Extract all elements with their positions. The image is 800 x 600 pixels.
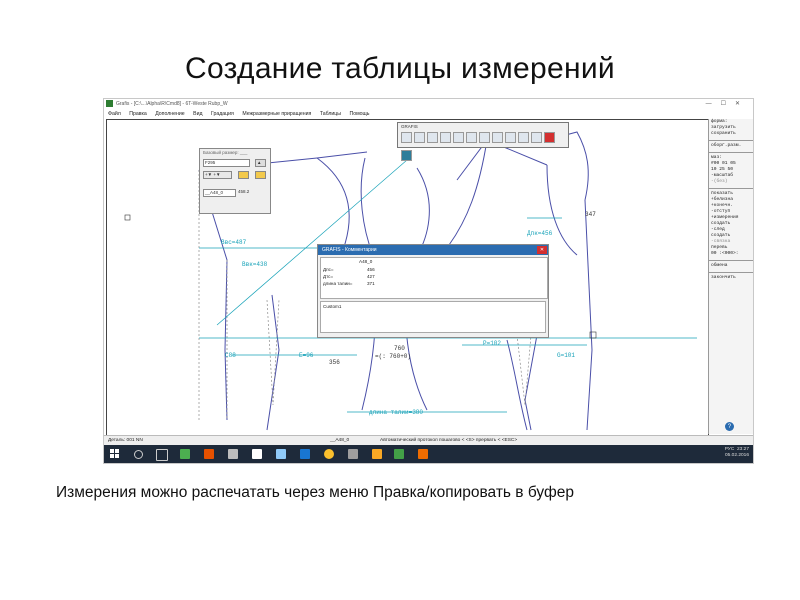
label-347: 347 (585, 211, 596, 218)
grafis-taskbar-icon[interactable] (394, 449, 404, 459)
grafis-toolbar: GRAFIS (397, 122, 569, 161)
powerpoint-icon[interactable] (418, 449, 428, 459)
menu-view[interactable]: Вид (193, 111, 202, 117)
label-c88: C88 (225, 352, 236, 359)
row-value: 456 (367, 267, 375, 272)
measurements-table: A48_0 Дпс= 456 Дтс= 427 длина талии= 371 (320, 257, 548, 299)
app-titlebar: Grafis - [C:\...\Alpha\R\Cmd8] - 6T-West… (104, 99, 753, 109)
task-view-icon[interactable] (156, 449, 168, 461)
up-arrow-icon[interactable]: ▲ (255, 159, 266, 167)
table-row: Дтс= 427 (323, 274, 375, 280)
slide-title: Создание таблицы измерений (185, 52, 615, 85)
blank-icon[interactable] (453, 132, 464, 143)
app-white-icon[interactable] (252, 449, 262, 459)
keyboard-language[interactable]: РУС (725, 447, 735, 452)
menu-tables[interactable]: Таблицы (320, 111, 341, 117)
comment-textarea[interactable]: Custom1 (320, 301, 546, 333)
clock-time: 23:27 (736, 447, 749, 452)
label-e96: Е=96 (299, 352, 314, 359)
rotate-icon[interactable] (479, 132, 490, 143)
menubar: Файл Правка Дополнение Вид Градация Межр… (104, 109, 753, 119)
row-label: Дпс= (323, 267, 334, 272)
ruler-icon[interactable] (466, 132, 477, 143)
part-value: 458.2 (238, 189, 250, 194)
tools-icon[interactable] (372, 449, 382, 459)
search-icon[interactable] (134, 450, 143, 459)
toolbar-title: GRAFIS (401, 124, 418, 129)
calculator-icon[interactable] (228, 449, 238, 459)
label-356: 356 (329, 359, 340, 366)
label-waist-length: длина талии=380 (369, 409, 423, 416)
table-row: Дпс= 456 (323, 267, 375, 273)
grafis-app-icon (106, 100, 113, 107)
lock-icon[interactable] (238, 171, 249, 179)
menu-help[interactable]: Помощь (349, 111, 369, 117)
row-label: Дтс= (323, 274, 334, 279)
label-p102: P=102 (483, 340, 501, 347)
taskbar: РУС 23:27 05.02.2016 (104, 445, 753, 463)
clock-date: 05.02.2016 (724, 453, 749, 458)
column-header: A48_0 (359, 259, 373, 264)
menu-grading[interactable]: Градация (211, 111, 234, 117)
app-green-icon[interactable] (180, 449, 190, 459)
list-icon[interactable] (401, 132, 412, 143)
stop-icon[interactable] (544, 132, 555, 143)
windows-start-icon[interactable] (110, 449, 120, 459)
size-panel-title: Базовый размер: ___ (203, 150, 248, 155)
print-icon[interactable] (440, 132, 451, 143)
label-bvk: Ввк=438 (242, 261, 268, 268)
pen-icon[interactable] (531, 132, 542, 143)
status-part-number: Деталь: 001 NN (108, 438, 143, 443)
label-bvs: Ввс=487 (221, 239, 247, 246)
label-760: 760 (394, 345, 405, 352)
chrome-icon[interactable] (324, 449, 334, 459)
help-icon[interactable]: ? (725, 422, 734, 431)
command-panel: форма: загрузить сохранить оборг.разм. м… (708, 119, 753, 434)
app-title: Grafis - [C:\...\Alpha\R\Cmd8] - 6T-West… (116, 101, 228, 107)
label-g101: G=101 (557, 352, 575, 359)
window-controls[interactable]: —☐✕ (706, 99, 749, 109)
help-icon[interactable] (505, 132, 516, 143)
pin-icon[interactable] (518, 132, 529, 143)
comment-dialog-title: GRAFIS - Комментарии (318, 245, 548, 255)
menu-increments[interactable]: Межразмерные приращения (242, 111, 311, 117)
menu-file[interactable]: Файл (108, 111, 121, 117)
system-tray: РУС 23:27 05.02.2016 (725, 447, 749, 459)
images-icon[interactable] (276, 449, 286, 459)
add-size-button[interactable]: +▼ +▼ (203, 171, 232, 179)
label-dpk: Дпк=456 (527, 230, 553, 237)
app-orange-icon[interactable] (204, 449, 214, 459)
save-icon[interactable] (414, 132, 425, 143)
menu-addons[interactable]: Дополнение (155, 111, 184, 117)
drawing-canvas[interactable]: Ввс=487 Ввк=438 Дпк=456 C88 Е=96 P=102 G… (106, 119, 709, 436)
row-value: 427 (367, 274, 375, 279)
comment-dialog: GRAFIS - Комментарии ✕ A48_0 Дпс= 456 Дтс… (317, 244, 549, 338)
app-grey-icon[interactable] (348, 449, 358, 459)
grid-icon[interactable] (492, 132, 503, 143)
zoom-icon[interactable] (427, 132, 438, 143)
label-760-formula: =(: 760+0) (375, 353, 411, 360)
close-button[interactable]: ✕ (537, 246, 547, 254)
arrow-icon[interactable] (255, 171, 266, 179)
monitor-icon[interactable] (401, 150, 412, 161)
part-name-field[interactable]: __A48_0 (203, 189, 236, 197)
panel-item[interactable]: закончить (709, 275, 753, 281)
size-field[interactable]: F295 (203, 159, 250, 167)
row-label: длина талии= (323, 281, 353, 286)
size-panel: Базовый размер: ___ F295 ▲ +▼ +▼ __A48_0… (199, 148, 271, 214)
menu-edit[interactable]: Правка (129, 111, 147, 117)
row-value: 371 (367, 281, 375, 286)
app-screenshot: Grafis - [C:\...\Alpha\R\Cmd8] - 6T-West… (103, 98, 754, 464)
table-row: длина талии= 371 (323, 281, 375, 287)
edge-icon[interactable] (300, 449, 310, 459)
slide-caption: Измерения можно распечатать через меню П… (56, 484, 574, 501)
